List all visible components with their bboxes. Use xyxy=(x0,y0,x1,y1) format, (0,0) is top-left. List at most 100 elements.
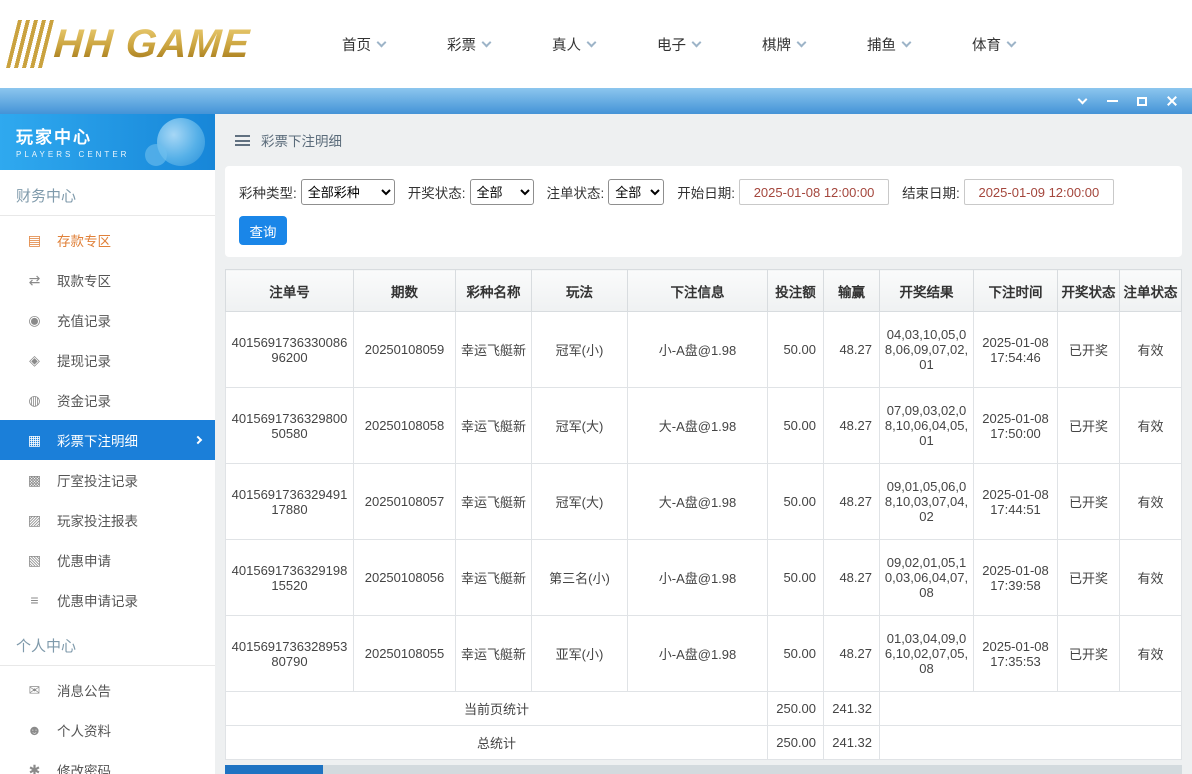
nav-item[interactable]: 彩票 xyxy=(447,34,490,55)
sidebar-item[interactable]: ≡ 优惠申请记录 xyxy=(0,580,215,620)
sidebar-item[interactable]: ▨ 玩家投注报表 xyxy=(0,500,215,540)
room-bet-record-icon: ▩ xyxy=(26,472,43,489)
sidebar-item[interactable]: ◉ 充值记录 xyxy=(0,300,215,340)
sidebar-item[interactable]: ✉ 消息公告 xyxy=(0,670,215,710)
column-header: 彩种名称 xyxy=(456,270,532,312)
window-minimize-button[interactable] xyxy=(1100,90,1124,112)
sidebar-item-label: 厅室投注记录 xyxy=(57,470,201,490)
filter-row: 彩种类型: 全部彩种 开奖状态: 全部 注单状态: xyxy=(239,179,1168,205)
maximize-icon xyxy=(1137,97,1147,106)
chevron-down-icon xyxy=(902,37,912,47)
player-bet-report-icon: ▨ xyxy=(26,512,43,529)
end-date-input[interactable] xyxy=(964,179,1114,205)
lottery-name-cell: 幸运飞艇新 xyxy=(456,312,532,388)
sidebar-item[interactable]: ▤ 存款专区 xyxy=(0,220,215,260)
player-center-subtitle: PLAYERS CENTER xyxy=(16,150,199,159)
order-status-select[interactable]: 全部 xyxy=(608,179,664,205)
order-status-cell: 有效 xyxy=(1120,616,1182,692)
bet-detail-table-card: 注单号 期数 彩种名称 玩法 下注信息 投注额 xyxy=(225,269,1182,760)
page-title: 彩票下注明细 xyxy=(261,130,342,150)
winloss-cell: 48.27 xyxy=(824,464,880,540)
lottery-name-cell: 幸运飞艇新 xyxy=(456,388,532,464)
bet-amount-cell: 50.00 xyxy=(768,464,824,540)
sidebar-item-label: 存款专区 xyxy=(57,230,201,250)
sidebar-item[interactable]: ✱ 修改密码 xyxy=(0,750,215,774)
window-close-button[interactable] xyxy=(1160,90,1184,112)
horizontal-scrollbar[interactable] xyxy=(225,765,1182,774)
order-status-cell: 有效 xyxy=(1120,388,1182,464)
lottery-name-cell: 幸运飞艇新 xyxy=(456,464,532,540)
funds-record-icon: ◍ xyxy=(26,392,43,409)
summary-empty-cell xyxy=(880,692,1182,726)
filter-panel: 彩种类型: 全部彩种 开奖状态: 全部 注单状态: xyxy=(225,166,1182,257)
nav-item-label: 彩票 xyxy=(447,34,476,55)
withdraw-icon: ⇄ xyxy=(26,272,43,289)
draw-result-cell: 04,03,10,05,08,06,09,07,02,01 xyxy=(880,312,974,388)
chevron-right-icon xyxy=(194,436,202,444)
nav-item[interactable]: 捕鱼 xyxy=(867,34,910,55)
nav-item[interactable]: 真人 xyxy=(552,34,595,55)
content-area: 彩票下注明细 彩种类型: 全部彩种 开奖状态: 全部 xyxy=(215,114,1192,774)
winloss-cell: 48.27 xyxy=(824,540,880,616)
draw-status-select[interactable]: 全部 xyxy=(470,179,534,205)
nav-item[interactable]: 电子 xyxy=(657,34,700,55)
play-type-cell: 第三名(小) xyxy=(532,540,628,616)
issue-cell: 20250108058 xyxy=(354,388,456,464)
window-maximize-button[interactable] xyxy=(1130,90,1154,112)
table-row: 401569173633008696200 20250108059 幸运飞艇新 … xyxy=(226,312,1182,388)
lottery-type-select[interactable]: 全部彩种 xyxy=(301,179,395,205)
order-status-label: 注单状态: xyxy=(547,182,605,202)
order-id-cell: 401569173632980050580 xyxy=(226,388,354,464)
chevron-down-icon xyxy=(482,37,492,47)
window-collapse-button[interactable] xyxy=(1070,90,1094,112)
cashout-record-icon: ◈ xyxy=(26,352,43,369)
summary-winloss-total-cell: 241.32 xyxy=(824,726,880,760)
page-summary-row: 当前页统计 250.00 241.32 xyxy=(226,692,1182,726)
nav-item[interactable]: 棋牌 xyxy=(762,34,805,55)
promo-apply-icon: ▧ xyxy=(26,552,43,569)
site-header: HH GAME 首页 彩票 真人 电子 xyxy=(0,0,1192,88)
grand-summary-row: 总统计 250.00 241.32 xyxy=(226,726,1182,760)
finance-menu: ▤ 存款专区 ⇄ 取款专区 ◉ 充值记录 xyxy=(0,220,215,620)
summary-winloss-total-cell: 241.32 xyxy=(824,692,880,726)
order-id-cell: 401569173632949117880 xyxy=(226,464,354,540)
column-header: 下注时间 xyxy=(974,270,1058,312)
sidebar-item-label: 优惠申请记录 xyxy=(57,590,201,610)
sidebar-item-label: 修改密码 xyxy=(57,760,201,774)
search-button[interactable]: 查询 xyxy=(239,216,287,245)
column-header: 注单状态 xyxy=(1120,270,1182,312)
sidebar-item-label: 取款专区 xyxy=(57,270,201,290)
sidebar-item[interactable]: ▦ 彩票下注明细 xyxy=(0,420,215,460)
draw-status-label: 开奖状态: xyxy=(408,182,466,202)
sidebar-item[interactable]: ⇄ 取款专区 xyxy=(0,260,215,300)
sidebar-item[interactable]: ▧ 优惠申请 xyxy=(0,540,215,580)
sidebar-item[interactable]: ▩ 厅室投注记录 xyxy=(0,460,215,500)
summary-bet-total-cell: 250.00 xyxy=(768,692,824,726)
bet-amount-cell: 50.00 xyxy=(768,388,824,464)
nav-item[interactable]: 首页 xyxy=(342,34,385,55)
nav-item[interactable]: 体育 xyxy=(972,34,1015,55)
play-type-cell: 亚军(小) xyxy=(532,616,628,692)
sidebar-item[interactable]: ☻ 个人资料 xyxy=(0,710,215,750)
sidebar-item[interactable]: ◈ 提现记录 xyxy=(0,340,215,380)
draw-status-cell: 已开奖 xyxy=(1058,464,1120,540)
end-date-label: 结束日期: xyxy=(902,182,960,202)
bet-amount-cell: 50.00 xyxy=(768,540,824,616)
scrollbar-thumb[interactable] xyxy=(225,765,323,774)
menu-toggle-icon[interactable] xyxy=(235,135,250,146)
draw-result-cell: 07,09,03,02,08,10,06,04,05,01 xyxy=(880,388,974,464)
column-header: 玩法 xyxy=(532,270,628,312)
draw-status-cell: 已开奖 xyxy=(1058,616,1120,692)
logo[interactable]: HH GAME xyxy=(12,20,280,68)
start-date-input[interactable] xyxy=(739,179,889,205)
sidebar-item[interactable]: ◍ 资金记录 xyxy=(0,380,215,420)
window-title-bar xyxy=(0,88,1192,114)
summary-bet-total-cell: 250.00 xyxy=(768,726,824,760)
bet-info-cell: 小-A盘@1.98 xyxy=(628,616,768,692)
bet-amount-cell: 50.00 xyxy=(768,312,824,388)
nav-item-label: 首页 xyxy=(342,34,371,55)
password-icon: ✱ xyxy=(26,762,43,774)
lottery-type-filter: 彩种类型: 全部彩种 xyxy=(239,179,395,205)
bet-time-cell: 2025-01-08 17:35:53 xyxy=(974,616,1058,692)
sidebar-item-label: 彩票下注明细 xyxy=(57,430,181,450)
